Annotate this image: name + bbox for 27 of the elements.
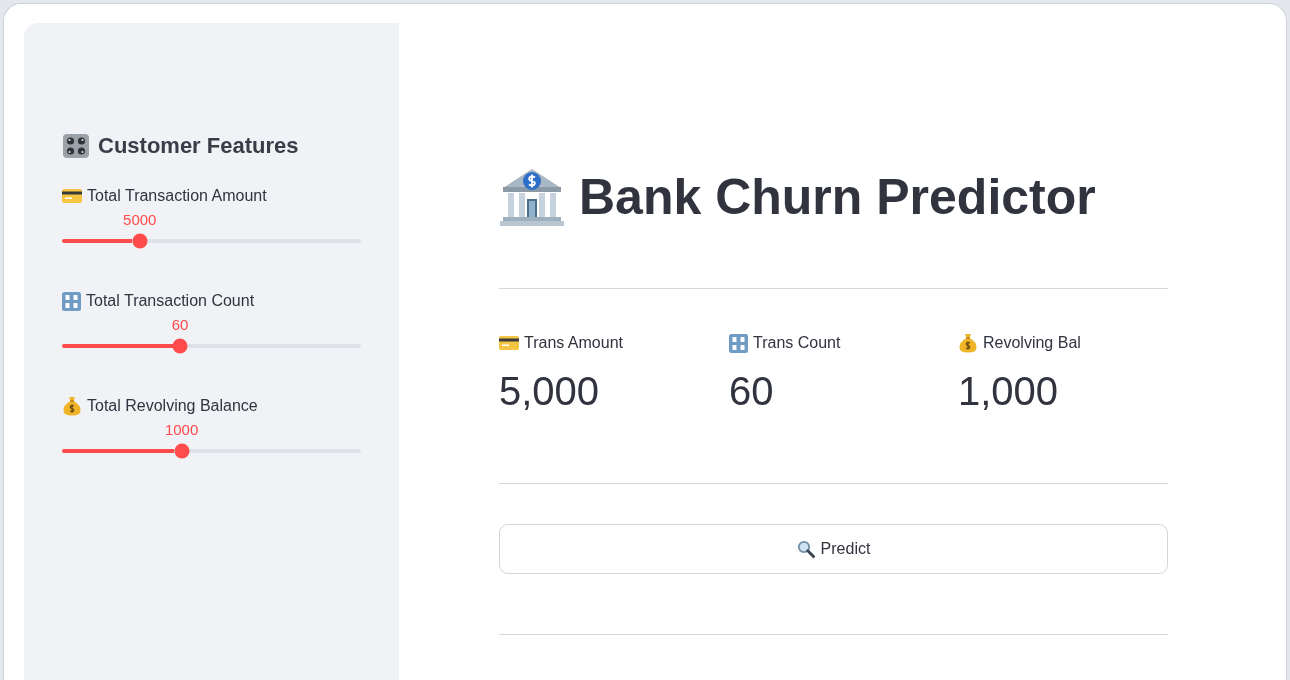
metric-value: 5,000 — [499, 368, 600, 415]
metric-value: 1,000 — [958, 368, 1059, 415]
slider-handle[interactable] — [174, 443, 190, 459]
sidebar-heading: Customer Features — [98, 133, 299, 159]
control-knobs-icon — [62, 133, 90, 159]
money-bag-icon — [958, 333, 978, 353]
predict-button[interactable]: Predict — [499, 524, 1168, 574]
metric-label: Trans Amount — [524, 333, 623, 353]
metric-label: Revolving Bal — [983, 333, 1081, 353]
number-keypad-icon — [62, 291, 81, 311]
bank-icon — [499, 166, 565, 228]
page-title: Bank Churn Predictor — [579, 168, 1096, 227]
slider-value: 1000 — [164, 420, 199, 440]
money-bag-icon — [62, 396, 82, 416]
credit-card-icon — [62, 189, 82, 203]
slider-handle[interactable] — [132, 233, 148, 249]
search-icon — [796, 540, 815, 558]
slider-label: Total Revolving Balance — [87, 396, 258, 416]
slider-handle[interactable] — [172, 338, 188, 354]
slider-label: Total Transaction Count — [86, 291, 255, 311]
slider-label: Total Transaction Amount — [87, 186, 267, 206]
metric-label: Trans Count — [753, 333, 841, 353]
number-keypad-icon — [729, 333, 748, 353]
credit-card-icon — [499, 336, 519, 350]
slider-value: 5000 — [123, 210, 157, 230]
metric-value: 60 — [729, 368, 774, 415]
slider-value: 60 — [171, 315, 189, 335]
